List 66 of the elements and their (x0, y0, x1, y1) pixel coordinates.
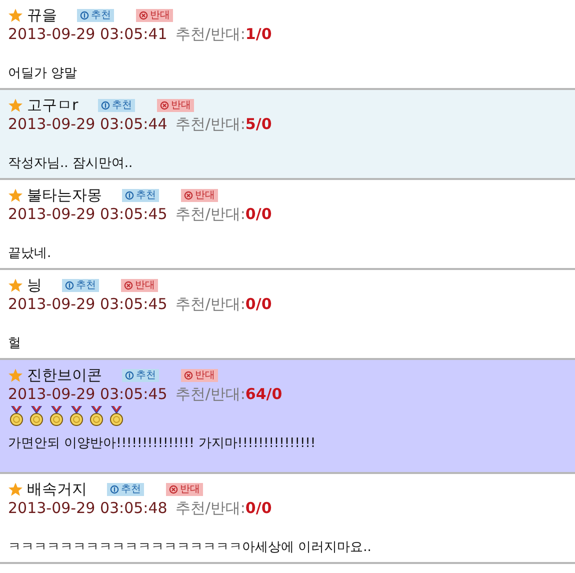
author-name: 불타는자몽 (27, 186, 102, 204)
cross-circle-icon (184, 190, 193, 200)
cross-circle-icon (160, 100, 170, 110)
medal-icon (28, 406, 45, 426)
vote-count: 0/0 (245, 205, 272, 223)
recommend-button[interactable]: 추천 (98, 98, 136, 112)
oppose-button[interactable]: 반대 (166, 482, 203, 496)
timestamp: 2013-09-29 03:05:41 (8, 25, 168, 43)
medal-icon (48, 406, 65, 426)
star-icon (8, 278, 23, 292)
star-icon (8, 188, 23, 202)
comment-text: 작성자님.. 잠시만여.. (8, 155, 134, 172)
comment-text: 어딜가 양말 (8, 65, 78, 82)
recommend-button[interactable]: 추천 (122, 188, 159, 202)
oppose-button[interactable]: 반대 (181, 188, 218, 202)
cross-circle-icon (184, 370, 193, 380)
votes-label: 추천/반대: (175, 25, 246, 44)
cross-circle-icon (124, 280, 133, 290)
recommend-button[interactable]: 추천 (107, 482, 144, 496)
info-icon (125, 190, 134, 200)
info-icon (80, 10, 89, 20)
recommend-button[interactable]: 추천 (77, 8, 114, 22)
votes-label: 추천/반대: (175, 499, 246, 518)
timestamp: 2013-09-29 03:05:45 (8, 295, 168, 313)
medal-icon (68, 406, 85, 426)
timestamp: 2013-09-29 03:05:48 (8, 499, 168, 517)
timestamp: 2013-09-29 03:05:45 (8, 385, 168, 403)
author-name: 뀨을 (27, 6, 57, 24)
vote-count: 0/0 (245, 295, 272, 313)
cross-circle-icon (139, 10, 148, 20)
comment-text: 끝났네. (8, 245, 52, 262)
info-icon (110, 484, 119, 494)
timestamp: 2013-09-29 03:05:44 (8, 115, 168, 133)
medal-icon (108, 406, 125, 426)
info-icon (101, 100, 110, 110)
recommend-button[interactable]: 추천 (122, 368, 159, 382)
comment-text: ㅋㅋㅋㅋㅋㅋㅋㅋㅋㅋㅋㅋㅋㅋㅋㅋㅋㅋ아세상에 이러지마요.. (8, 539, 372, 556)
recommend-button[interactable]: 추천 (62, 278, 99, 292)
oppose-button[interactable]: 반대 (121, 278, 158, 292)
votes-label: 추천/반대: (175, 385, 246, 404)
author-name: 고구ㅁr (27, 96, 78, 114)
vote-count: 1/0 (245, 25, 272, 43)
votes-label: 추천/반대: (175, 115, 246, 134)
oppose-button[interactable]: 반대 (181, 368, 218, 382)
star-icon (8, 482, 23, 496)
timestamp: 2013-09-29 03:05:45 (8, 205, 168, 223)
star-icon (8, 368, 23, 382)
medal-icon (8, 406, 25, 426)
comment-text: 헐 (8, 335, 22, 352)
votes-label: 추천/반대: (175, 295, 246, 314)
medal-icon (88, 406, 105, 426)
oppose-button[interactable]: 반대 (136, 8, 173, 22)
oppose-button[interactable]: 반대 (157, 98, 194, 112)
comment-text: 가면안되 이양반아!!!!!!!!!!!!!!! 가지마!!!!!!!!!!!!!!! (8, 435, 317, 452)
star-icon (8, 8, 23, 22)
info-icon (125, 370, 134, 380)
votes-label: 추천/반대: (175, 205, 246, 224)
author-name: 배속거지 (27, 480, 87, 498)
vote-count: 64/0 (245, 385, 282, 403)
author-name: 진한브이콘 (27, 366, 102, 384)
author-name: 닁 (27, 276, 42, 294)
star-icon (8, 98, 23, 112)
vote-count: 0/0 (245, 499, 272, 517)
vote-count: 5/0 (245, 115, 272, 133)
info-icon (65, 280, 74, 290)
cross-circle-icon (169, 484, 178, 494)
